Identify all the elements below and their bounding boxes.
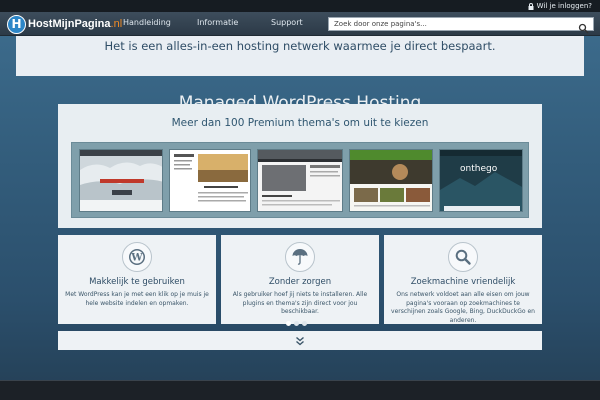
main-navbar: H HostMijnPagina.nl Handleiding Informat… — [0, 12, 600, 36]
logo-name: HostMijnPagina — [28, 18, 111, 30]
logo-tld: .nl — [110, 18, 123, 30]
double-chevron-down-icon — [296, 336, 304, 345]
search-button[interactable] — [578, 19, 589, 34]
carousel-dots — [286, 321, 307, 326]
feature-title: Makkelijk te gebruiken — [89, 277, 185, 287]
top-bar: Wil je inloggen? — [0, 0, 600, 12]
lock-icon — [528, 3, 534, 10]
carousel-dot[interactable] — [302, 321, 307, 326]
feature-text: Met WordPress kan je met een klik op je … — [65, 291, 209, 307]
site-logo[interactable]: H HostMijnPagina.nl — [7, 14, 122, 34]
nav-item-handleiding[interactable]: Handleiding — [123, 17, 171, 29]
theme-thumb-4[interactable] — [349, 149, 433, 212]
wordpress-icon: W — [122, 242, 152, 272]
login-label: Wil je inloggen? — [536, 2, 592, 10]
theme-thumb-1[interactable] — [79, 149, 163, 212]
nav-item-support[interactable]: Support — [271, 17, 303, 29]
themes-title: Meer dan 100 Premium thema's om uit te k… — [171, 117, 429, 129]
theme-thumb-5[interactable]: onthego — [439, 149, 523, 212]
search-icon — [578, 23, 589, 34]
themes-carousel[interactable]: onthego — [71, 142, 529, 218]
tagline-panel: Het is een alles-in-een hosting netwerk … — [16, 36, 584, 76]
umbrella-icon — [285, 242, 315, 272]
feature-text: Als gebruiker hoef jij niets te installe… — [232, 291, 368, 315]
theme-thumb-2[interactable] — [169, 149, 251, 212]
feature-title: Zonder zorgen — [268, 277, 332, 287]
themes-panel: Meer dan 100 Premium thema's om uit te k… — [58, 104, 542, 228]
theme-thumb-5-label: onthego — [460, 164, 498, 174]
search-icon — [448, 242, 478, 272]
logo-mark: H — [7, 14, 26, 34]
feature-title: Zoekmachine vriendelijk — [410, 277, 516, 287]
login-link[interactable]: Wil je inloggen? — [528, 1, 592, 11]
feature-text: Ons netwerk voldoet aan alle eisen om jo… — [391, 291, 535, 324]
carousel-dot[interactable] — [294, 321, 299, 326]
search-box — [328, 17, 594, 34]
svg-text:W: W — [130, 253, 143, 264]
scroll-down-button[interactable] — [58, 331, 542, 350]
tagline: Het is een alles-in-een hosting netwerk … — [104, 39, 496, 53]
theme-thumb-3[interactable] — [257, 149, 343, 212]
footer-band — [0, 380, 600, 400]
carousel-dot[interactable] — [286, 321, 291, 326]
feature-card-easy: W Makkelijk te gebruiken Met WordPress k… — [58, 235, 216, 324]
logo-text: HostMijnPagina.nl — [28, 18, 122, 30]
search-input[interactable] — [329, 18, 569, 30]
nav-item-informatie[interactable]: Informatie — [197, 17, 238, 29]
feature-card-seo: Zoekmachine vriendelijk Ons netwerk vold… — [384, 235, 542, 324]
feature-card-carefree: Zonder zorgen Als gebruiker hoef jij nie… — [221, 235, 379, 324]
